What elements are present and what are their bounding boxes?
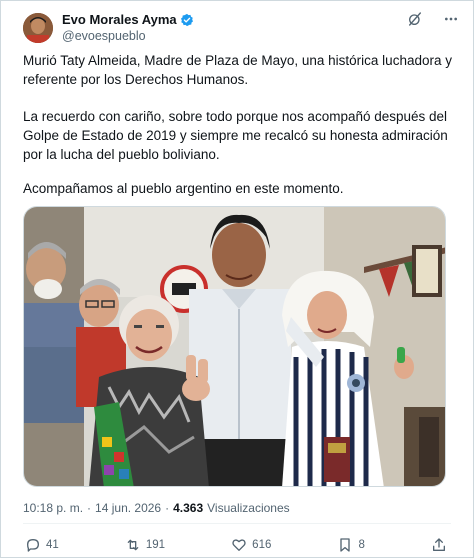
views-count: 4.363 xyxy=(173,501,204,515)
post-paragraph-1: Murió Taty Almeida, Madre de Plaza de Ma… xyxy=(23,53,452,87)
like-icon xyxy=(231,537,247,553)
post-date[interactable]: 14 jun. 2026 xyxy=(95,501,161,515)
bookmark-button[interactable]: 8 xyxy=(337,537,365,553)
grok-icon[interactable] xyxy=(407,11,423,27)
meta-separator-2: · xyxy=(165,501,170,515)
post-meta: 10:18 p. m. · 14 jun. 2026 · 4.363 Visua… xyxy=(23,501,290,515)
author-handle[interactable]: @evoespueblo xyxy=(62,29,146,43)
repost-button[interactable]: 191 xyxy=(125,537,165,553)
share-icon xyxy=(431,537,447,553)
post-time[interactable]: 10:18 p. m. xyxy=(23,501,83,515)
post-photo[interactable] xyxy=(23,206,446,487)
repost-count: 191 xyxy=(145,539,166,551)
more-icon[interactable] xyxy=(443,11,459,27)
views-label: Visualizaciones xyxy=(207,501,290,515)
action-bar: 41 191 616 8 xyxy=(25,537,447,553)
bookmark-icon xyxy=(337,537,353,553)
reply-count: 41 xyxy=(46,539,59,551)
author-avatar[interactable] xyxy=(23,13,53,43)
author-name[interactable]: Evo Morales Ayma xyxy=(62,12,177,27)
like-button[interactable]: 616 xyxy=(231,537,271,553)
post-paragraph-3: Acompañamos al pueblo argentino en este … xyxy=(23,181,344,196)
post-card: Evo Morales Ayma @evoespueblo Murió Taty… xyxy=(0,0,474,558)
bookmark-count: 8 xyxy=(358,539,365,551)
divider xyxy=(23,523,451,524)
post-paragraph-2: La recuerdo con cariño, sobre todo porqu… xyxy=(23,109,448,162)
meta-separator: · xyxy=(87,501,92,515)
reply-icon xyxy=(25,537,41,553)
share-button[interactable] xyxy=(431,537,447,553)
reply-button[interactable]: 41 xyxy=(25,537,59,553)
like-count: 616 xyxy=(252,539,272,551)
repost-icon xyxy=(125,537,141,553)
verified-badge-icon xyxy=(180,13,194,27)
